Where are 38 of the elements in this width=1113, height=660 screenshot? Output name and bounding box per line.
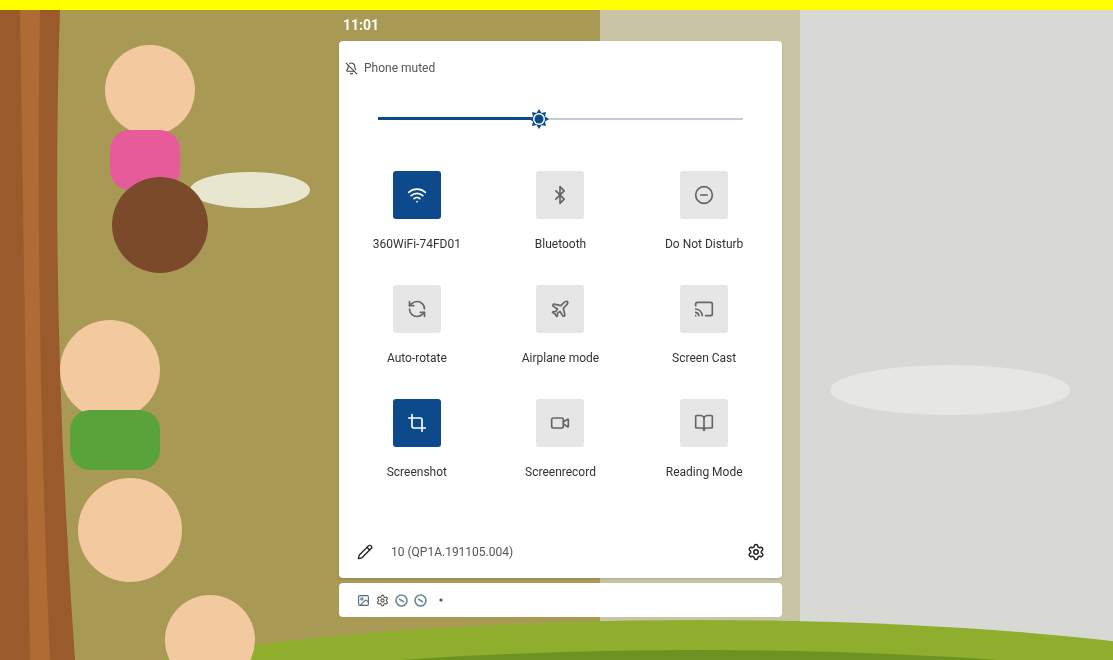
pencil-icon — [357, 544, 373, 560]
ringer-status: Phone muted — [364, 60, 436, 77]
quick-tile[interactable] — [536, 285, 585, 333]
quick-tile[interactable] — [536, 399, 585, 447]
quick-tile[interactable] — [680, 399, 729, 447]
brightness-thumb-icon[interactable] — [528, 109, 549, 129]
tile-label: 360WiFi-74FD01 — [372, 236, 461, 253]
cast-icon — [694, 299, 715, 319]
edit-button[interactable] — [355, 542, 375, 562]
book-icon — [694, 413, 715, 433]
quick-tile[interactable] — [680, 171, 729, 219]
gear-icon — [376, 593, 389, 607]
quick-tile[interactable] — [536, 171, 585, 219]
build-number: 10 (QP1A.191105.004) — [391, 544, 514, 561]
quick-tile[interactable] — [392, 399, 441, 447]
airplane-icon — [550, 299, 571, 319]
quick-tile[interactable] — [680, 285, 729, 333]
tile-label: Auto-rotate — [386, 350, 447, 367]
tile-label: Screenrecord — [525, 464, 596, 481]
bell-off-icon — [345, 61, 358, 75]
tile-label: Airplane mode — [521, 350, 600, 367]
status-time: 11:01 — [343, 16, 380, 35]
tile-label: Reading Mode — [665, 464, 743, 481]
crop-icon — [406, 413, 427, 433]
brightness-slider[interactable] — [378, 109, 743, 129]
dot-icon — [439, 598, 443, 602]
image-icon — [357, 593, 370, 607]
tile-label: Screen Cast — [672, 350, 737, 367]
tile-label: Screenshot — [386, 464, 447, 481]
tile-label: Bluetooth — [534, 236, 587, 253]
tile-label: Do Not Disturb — [665, 236, 744, 253]
quick-tile[interactable] — [392, 285, 441, 333]
wifi-icon — [406, 185, 427, 205]
settings-button[interactable] — [746, 542, 766, 562]
minus-circle-icon — [694, 185, 715, 205]
settings-icon — [747, 543, 765, 561]
rotate-icon — [406, 299, 427, 319]
quick-tile[interactable] — [392, 171, 441, 219]
